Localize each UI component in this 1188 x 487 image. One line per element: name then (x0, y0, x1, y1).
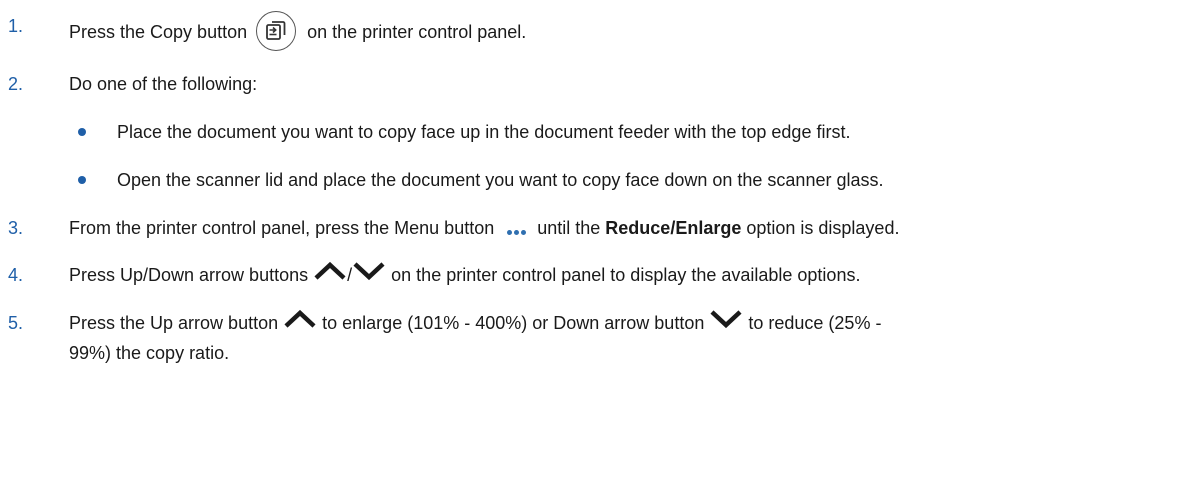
step-text: From the printer control panel, press th… (69, 218, 495, 238)
down-arrow-icon (352, 261, 386, 288)
step-text: until the (537, 218, 601, 238)
bullet-text: Place the document you want to copy face… (117, 122, 851, 142)
step-text: to reduce (25% - (748, 313, 882, 333)
step-number: 2. (8, 74, 24, 94)
up-arrow-icon (283, 309, 317, 336)
step-number: 3. (8, 218, 24, 238)
step-number: 4. (8, 265, 24, 285)
step-text: on the printer control panel to display … (391, 265, 861, 285)
bullet-text: Open the scanner lid and place the docum… (117, 170, 884, 190)
step-text: Press the Up arrow button (69, 313, 279, 333)
menu-dots-icon (506, 216, 527, 242)
step-number: 5. (8, 313, 24, 333)
copy-icon (256, 11, 297, 51)
step-text: Press the Copy button (69, 21, 248, 42)
step-text: on the printer control panel. (307, 21, 527, 42)
down-arrow-icon (709, 309, 743, 336)
step-text: 99%) the copy ratio. (69, 343, 230, 363)
instruction-steps: 1. Press the Copy button on the printer … (0, 0, 1188, 487)
step-number: 1. (8, 16, 24, 36)
step-text: Do one of the following: (69, 74, 258, 94)
up-arrow-icon (313, 261, 347, 288)
bullet-icon (78, 176, 86, 184)
option-name: Reduce/Enlarge (605, 218, 742, 238)
step-text: to enlarge (101% - 400%) or Down arrow b… (322, 313, 705, 333)
step-text: option is displayed. (746, 218, 900, 238)
bullet-icon (78, 128, 86, 136)
step-text: Press Up/Down arrow buttons (69, 265, 309, 285)
